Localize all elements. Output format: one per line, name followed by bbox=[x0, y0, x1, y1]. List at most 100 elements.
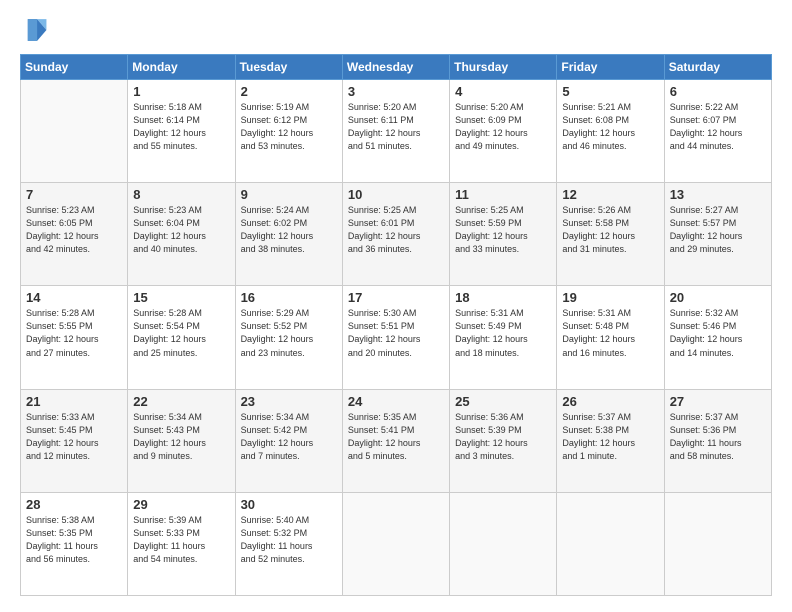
day-number: 12 bbox=[562, 187, 658, 202]
calendar-cell: 12 Sunrise: 5:26 AM Sunset: 5:58 PM Dayli… bbox=[557, 183, 664, 286]
weekday-header-row: SundayMondayTuesdayWednesdayThursdayFrid… bbox=[21, 55, 772, 80]
day-number: 2 bbox=[241, 84, 337, 99]
cell-info: Sunrise: 5:31 AM Sunset: 5:48 PM Dayligh… bbox=[562, 307, 658, 359]
cell-info: Sunrise: 5:37 AM Sunset: 5:38 PM Dayligh… bbox=[562, 411, 658, 463]
weekday-header-friday: Friday bbox=[557, 55, 664, 80]
calendar-cell: 10 Sunrise: 5:25 AM Sunset: 6:01 PM Dayli… bbox=[342, 183, 449, 286]
day-number: 19 bbox=[562, 290, 658, 305]
calendar-cell bbox=[342, 492, 449, 595]
calendar-cell: 18 Sunrise: 5:31 AM Sunset: 5:49 PM Dayli… bbox=[450, 286, 557, 389]
week-row-3: 14Sunrise: 5:28 AM Sunset: 5:55 PM Dayli… bbox=[21, 286, 772, 389]
weekday-header-tuesday: Tuesday bbox=[235, 55, 342, 80]
day-number: 7 bbox=[26, 187, 122, 202]
cell-info: Sunrise: 5:28 AM Sunset: 5:54 PM Dayligh… bbox=[133, 307, 229, 359]
calendar-cell bbox=[664, 492, 771, 595]
weekday-header-monday: Monday bbox=[128, 55, 235, 80]
day-number: 24 bbox=[348, 394, 444, 409]
day-number: 22 bbox=[133, 394, 229, 409]
calendar-cell: 24 Sunrise: 5:35 AM Sunset: 5:41 PM Dayli… bbox=[342, 389, 449, 492]
week-row-2: 7Sunrise: 5:23 AM Sunset: 6:05 PM Daylig… bbox=[21, 183, 772, 286]
header bbox=[20, 16, 772, 44]
day-number: 15 bbox=[133, 290, 229, 305]
logo-icon bbox=[20, 16, 48, 44]
week-row-4: 21 Sunrise: 5:33 AM Sunset: 5:45 PM Dayli… bbox=[21, 389, 772, 492]
day-number: 23 bbox=[241, 394, 337, 409]
day-number: 4 bbox=[455, 84, 551, 99]
calendar-cell: 3 Sunrise: 5:20 AM Sunset: 6:11 PM Daylig… bbox=[342, 80, 449, 183]
page: SundayMondayTuesdayWednesdayThursdayFrid… bbox=[0, 0, 792, 612]
cell-info: Sunrise: 5:34 AM Sunset: 5:43 PM Dayligh… bbox=[133, 411, 229, 463]
calendar-cell: 30 Sunrise: 5:40 AM Sunset: 5:32 PM Dayli… bbox=[235, 492, 342, 595]
weekday-header-saturday: Saturday bbox=[664, 55, 771, 80]
cell-info: Sunrise: 5:38 AM Sunset: 5:35 PM Dayligh… bbox=[26, 514, 122, 566]
weekday-header-sunday: Sunday bbox=[21, 55, 128, 80]
cell-info: Sunrise: 5:32 AM Sunset: 5:46 PM Dayligh… bbox=[670, 307, 766, 359]
day-number: 14 bbox=[26, 290, 122, 305]
day-number: 11 bbox=[455, 187, 551, 202]
weekday-header-thursday: Thursday bbox=[450, 55, 557, 80]
day-number: 21 bbox=[26, 394, 122, 409]
calendar-cell bbox=[21, 80, 128, 183]
cell-info: Sunrise: 5:25 AM Sunset: 5:59 PM Dayligh… bbox=[455, 204, 551, 256]
day-number: 8 bbox=[133, 187, 229, 202]
cell-info: Sunrise: 5:27 AM Sunset: 5:57 PM Dayligh… bbox=[670, 204, 766, 256]
cell-info: Sunrise: 5:29 AM Sunset: 5:52 PM Dayligh… bbox=[241, 307, 337, 359]
cell-info: Sunrise: 5:40 AM Sunset: 5:32 PM Dayligh… bbox=[241, 514, 337, 566]
calendar-cell: 5Sunrise: 5:21 AM Sunset: 6:08 PM Daylig… bbox=[557, 80, 664, 183]
calendar-cell: 9Sunrise: 5:24 AM Sunset: 6:02 PM Daylig… bbox=[235, 183, 342, 286]
cell-info: Sunrise: 5:34 AM Sunset: 5:42 PM Dayligh… bbox=[241, 411, 337, 463]
day-number: 3 bbox=[348, 84, 444, 99]
day-number: 30 bbox=[241, 497, 337, 512]
day-number: 27 bbox=[670, 394, 766, 409]
cell-info: Sunrise: 5:26 AM Sunset: 5:58 PM Dayligh… bbox=[562, 204, 658, 256]
calendar-cell: 2Sunrise: 5:19 AM Sunset: 6:12 PM Daylig… bbox=[235, 80, 342, 183]
day-number: 16 bbox=[241, 290, 337, 305]
cell-info: Sunrise: 5:20 AM Sunset: 6:11 PM Dayligh… bbox=[348, 101, 444, 153]
calendar-cell: 14Sunrise: 5:28 AM Sunset: 5:55 PM Dayli… bbox=[21, 286, 128, 389]
day-number: 1 bbox=[133, 84, 229, 99]
calendar-cell: 11 Sunrise: 5:25 AM Sunset: 5:59 PM Dayli… bbox=[450, 183, 557, 286]
cell-info: Sunrise: 5:18 AM Sunset: 6:14 PM Dayligh… bbox=[133, 101, 229, 153]
week-row-5: 28 Sunrise: 5:38 AM Sunset: 5:35 PM Dayli… bbox=[21, 492, 772, 595]
cell-info: Sunrise: 5:20 AM Sunset: 6:09 PM Dayligh… bbox=[455, 101, 551, 153]
calendar-cell: 29 Sunrise: 5:39 AM Sunset: 5:33 PM Dayli… bbox=[128, 492, 235, 595]
calendar-cell: 6 Sunrise: 5:22 AM Sunset: 6:07 PM Daylig… bbox=[664, 80, 771, 183]
calendar-table: SundayMondayTuesdayWednesdayThursdayFrid… bbox=[20, 54, 772, 596]
cell-info: Sunrise: 5:30 AM Sunset: 5:51 PM Dayligh… bbox=[348, 307, 444, 359]
calendar-cell bbox=[450, 492, 557, 595]
day-number: 25 bbox=[455, 394, 551, 409]
calendar-cell: 17 Sunrise: 5:30 AM Sunset: 5:51 PM Dayli… bbox=[342, 286, 449, 389]
day-number: 5 bbox=[562, 84, 658, 99]
calendar-cell: 13 Sunrise: 5:27 AM Sunset: 5:57 PM Dayli… bbox=[664, 183, 771, 286]
calendar-cell: 7Sunrise: 5:23 AM Sunset: 6:05 PM Daylig… bbox=[21, 183, 128, 286]
day-number: 18 bbox=[455, 290, 551, 305]
day-number: 29 bbox=[133, 497, 229, 512]
calendar-cell: 23 Sunrise: 5:34 AM Sunset: 5:42 PM Dayli… bbox=[235, 389, 342, 492]
day-number: 13 bbox=[670, 187, 766, 202]
cell-info: Sunrise: 5:25 AM Sunset: 6:01 PM Dayligh… bbox=[348, 204, 444, 256]
calendar-cell bbox=[557, 492, 664, 595]
week-row-1: 1 Sunrise: 5:18 AM Sunset: 6:14 PM Daylig… bbox=[21, 80, 772, 183]
calendar-cell: 25Sunrise: 5:36 AM Sunset: 5:39 PM Dayli… bbox=[450, 389, 557, 492]
day-number: 17 bbox=[348, 290, 444, 305]
logo bbox=[20, 16, 52, 44]
cell-info: Sunrise: 5:31 AM Sunset: 5:49 PM Dayligh… bbox=[455, 307, 551, 359]
cell-info: Sunrise: 5:23 AM Sunset: 6:04 PM Dayligh… bbox=[133, 204, 229, 256]
calendar-cell: 20 Sunrise: 5:32 AM Sunset: 5:46 PM Dayli… bbox=[664, 286, 771, 389]
day-number: 28 bbox=[26, 497, 122, 512]
calendar-cell: 19 Sunrise: 5:31 AM Sunset: 5:48 PM Dayli… bbox=[557, 286, 664, 389]
cell-info: Sunrise: 5:35 AM Sunset: 5:41 PM Dayligh… bbox=[348, 411, 444, 463]
calendar-cell: 28 Sunrise: 5:38 AM Sunset: 5:35 PM Dayli… bbox=[21, 492, 128, 595]
day-number: 6 bbox=[670, 84, 766, 99]
calendar-cell: 8 Sunrise: 5:23 AM Sunset: 6:04 PM Daylig… bbox=[128, 183, 235, 286]
cell-info: Sunrise: 5:33 AM Sunset: 5:45 PM Dayligh… bbox=[26, 411, 122, 463]
day-number: 20 bbox=[670, 290, 766, 305]
calendar-cell: 22 Sunrise: 5:34 AM Sunset: 5:43 PM Dayli… bbox=[128, 389, 235, 492]
day-number: 9 bbox=[241, 187, 337, 202]
calendar-cell: 16 Sunrise: 5:29 AM Sunset: 5:52 PM Dayli… bbox=[235, 286, 342, 389]
cell-info: Sunrise: 5:22 AM Sunset: 6:07 PM Dayligh… bbox=[670, 101, 766, 153]
calendar-cell: 15 Sunrise: 5:28 AM Sunset: 5:54 PM Dayli… bbox=[128, 286, 235, 389]
cell-info: Sunrise: 5:39 AM Sunset: 5:33 PM Dayligh… bbox=[133, 514, 229, 566]
calendar-cell: 21 Sunrise: 5:33 AM Sunset: 5:45 PM Dayli… bbox=[21, 389, 128, 492]
day-number: 10 bbox=[348, 187, 444, 202]
